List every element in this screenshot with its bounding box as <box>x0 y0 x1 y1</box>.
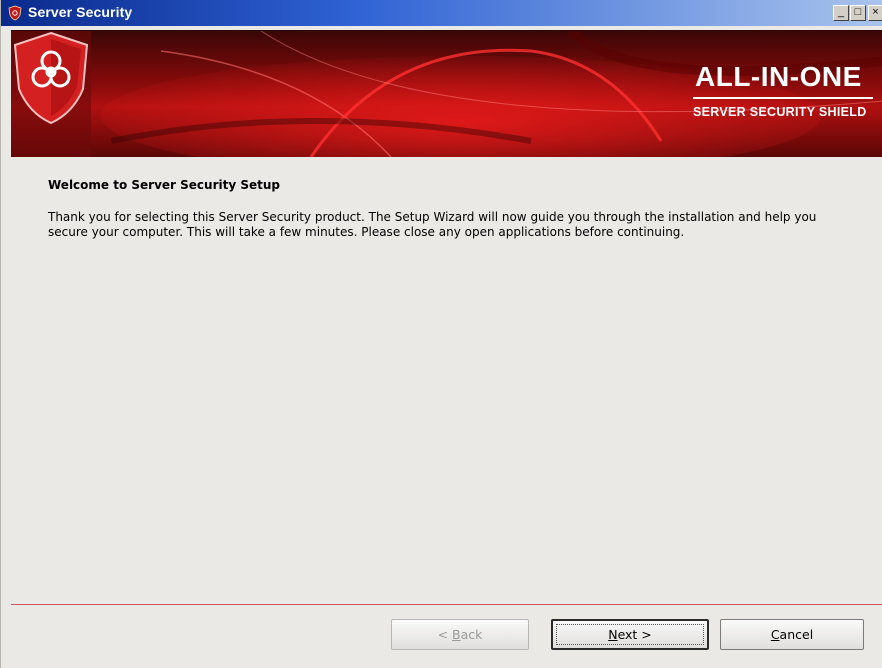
minimize-icon: _ <box>837 6 845 18</box>
maximize-button[interactable]: □ <box>850 5 866 21</box>
next-button-label: ext > <box>617 627 652 642</box>
header-banner: ALL-IN-ONE SERVER SECURITY SHIELD <box>11 30 882 157</box>
next-button[interactable]: Next > <box>551 619 709 650</box>
close-button[interactable]: × <box>868 5 882 21</box>
brand-title: ALL-IN-ONE <box>695 61 862 92</box>
banner-swoosh-graphic <box>11 31 882 157</box>
close-icon: × <box>872 6 879 18</box>
setup-window: Server Security _ □ × ALL-IN-ONE SERVER … <box>0 0 882 668</box>
footer-divider <box>11 604 882 605</box>
back-button-label: ack <box>460 627 483 642</box>
title-bar[interactable]: Server Security _ □ × <box>1 0 882 26</box>
cancel-button-mnemonic: C <box>770 627 780 642</box>
biohazard-shield-icon <box>13 31 89 125</box>
brand-subtitle: SERVER SECURITY SHIELD <box>693 105 867 119</box>
page-title: Welcome to Server Security Setup <box>48 178 281 192</box>
cancel-button-label: ancel <box>779 627 814 642</box>
app-shield-icon <box>8 5 22 21</box>
window-title: Server Security <box>28 4 133 20</box>
minimize-button[interactable]: _ <box>833 5 849 21</box>
next-button-mnemonic: N <box>608 627 618 642</box>
back-button[interactable]: < Back <box>391 619 529 650</box>
brand-divider <box>693 97 873 99</box>
maximize-icon: □ <box>854 6 862 18</box>
welcome-description: Thank you for selecting this Server Secu… <box>48 210 817 239</box>
back-button-mnemonic: B <box>452 627 461 642</box>
cancel-button[interactable]: Cancel <box>720 619 864 650</box>
back-button-prefix: < <box>437 627 453 642</box>
